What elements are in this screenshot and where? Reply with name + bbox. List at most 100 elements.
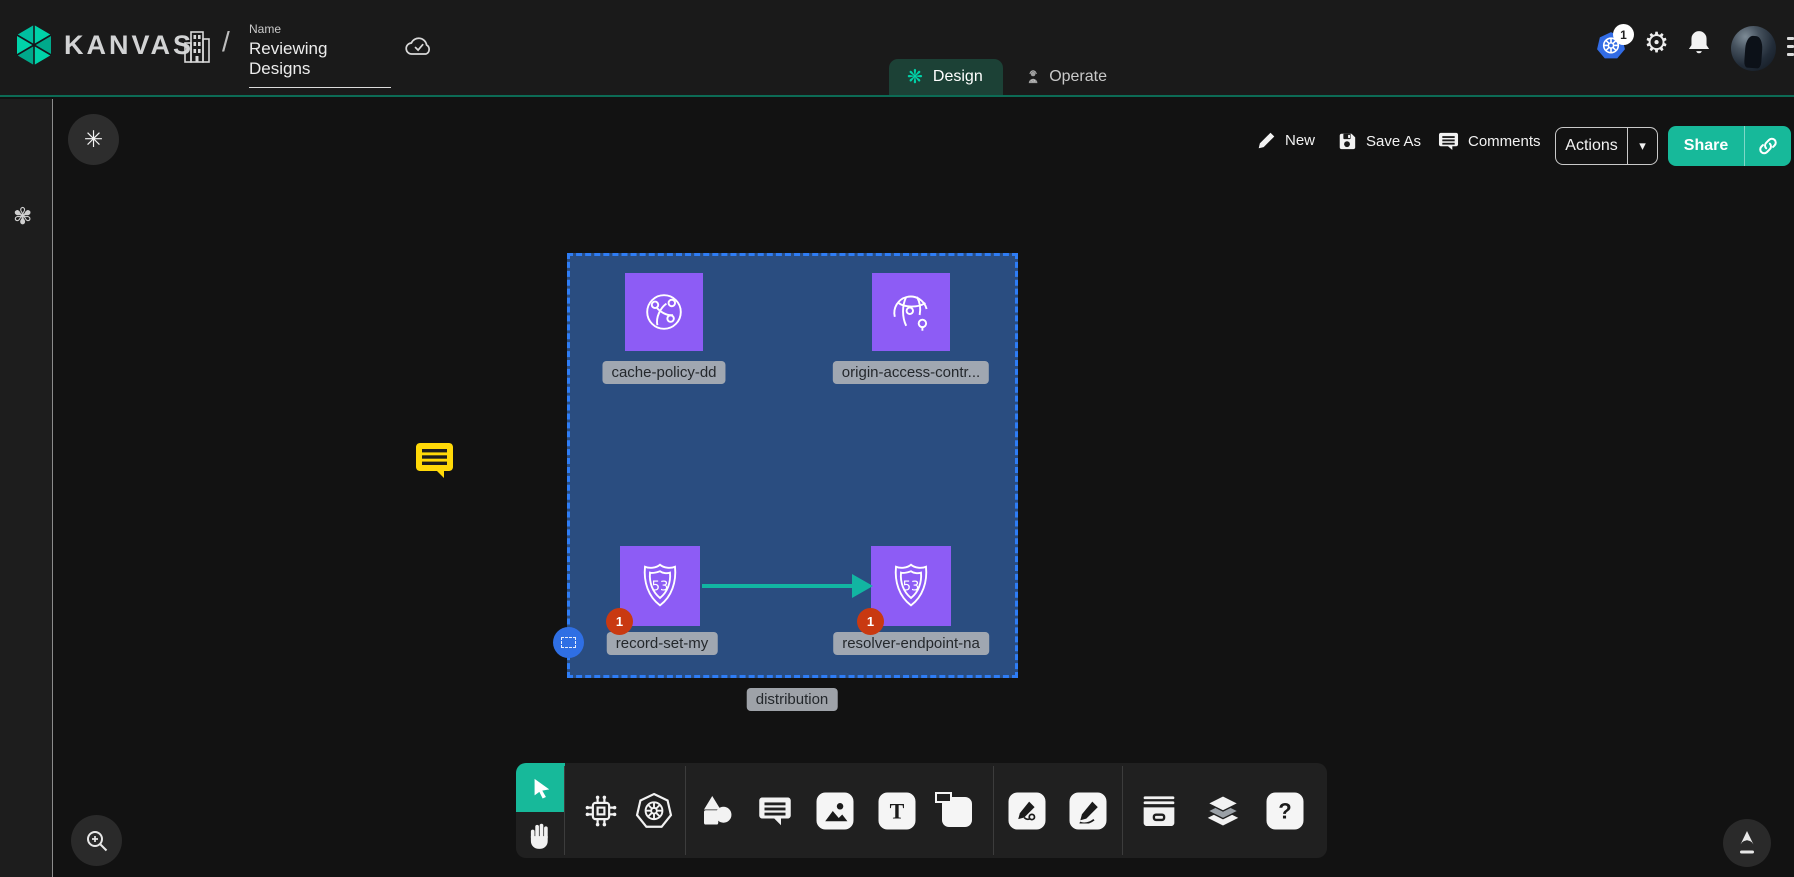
- kanvas-app: KANVAS / Name Reviewing Designs: [0, 0, 1794, 877]
- actions-caret-icon[interactable]: ▾: [1627, 128, 1657, 164]
- select-tool-active[interactable]: [516, 763, 565, 812]
- operator-headset-icon: [1027, 64, 1039, 90]
- toolbar-divider: [1122, 766, 1123, 855]
- shapes-icon: [698, 793, 734, 829]
- cloudfront-cache-policy-icon: [640, 288, 688, 336]
- node-label-origin-access-control[interactable]: origin-access-contr...: [833, 361, 989, 384]
- pencil-tool[interactable]: [1070, 793, 1107, 830]
- name-field-value[interactable]: Reviewing Designs: [249, 39, 391, 88]
- route53-number: 53: [903, 579, 920, 594]
- toolbar-divider: [564, 766, 565, 855]
- left-sidebar: ✾: [0, 99, 53, 877]
- comments-chat-icon: [1438, 131, 1459, 151]
- node-badge-record-set[interactable]: 1: [606, 608, 633, 635]
- node-cache-policy[interactable]: [625, 273, 703, 351]
- frame-icon: [935, 792, 975, 830]
- components-tool[interactable]: [582, 792, 620, 830]
- user-avatar[interactable]: [1731, 26, 1776, 71]
- comment-bubble-icon: [413, 438, 456, 481]
- canvas-comment-marker[interactable]: [413, 438, 456, 481]
- actions-split-button[interactable]: Actions ▾: [1555, 127, 1658, 165]
- draw-pen-button[interactable]: [1723, 819, 1771, 867]
- toolbar-divider: [993, 766, 994, 855]
- node-label-record-set[interactable]: record-set-my: [607, 632, 718, 655]
- pencil-new-icon: [1257, 131, 1276, 150]
- comment-bubble-tool-icon: [757, 794, 793, 828]
- comments-button[interactable]: Comments: [1438, 131, 1541, 151]
- hand-icon: [526, 820, 554, 850]
- kubernetes-context-button[interactable]: 1: [1596, 30, 1638, 68]
- route53-resolver-endpoint-icon: 53: [886, 561, 936, 611]
- selected-group-distribution[interactable]: cache-policy-dd origin-access-contr...: [567, 253, 1018, 678]
- tab-operate[interactable]: Operate: [1009, 59, 1125, 95]
- save-as-button[interactable]: Save As: [1337, 131, 1421, 151]
- cursor-arrow-icon: [530, 777, 552, 799]
- pen-tool[interactable]: [1009, 793, 1046, 830]
- tab-design-label: Design: [933, 68, 983, 86]
- save-as-button-label: Save As: [1366, 133, 1421, 150]
- chip-circuit-icon: [582, 792, 620, 830]
- node-origin-access-control[interactable]: [872, 273, 950, 351]
- brand-name: KANVAS: [64, 30, 194, 61]
- comments-button-label: Comments: [1468, 133, 1541, 150]
- overflow-menu-icon[interactable]: [1787, 37, 1794, 61]
- sidebar-spiral-icon[interactable]: ✾: [13, 204, 32, 230]
- cloud-sync-icon: [404, 33, 434, 64]
- edge-record-set-to-resolver[interactable]: [702, 584, 854, 588]
- edge-arrowhead: [852, 574, 873, 598]
- bottom-toolbar: T: [516, 763, 1327, 858]
- image-tool[interactable]: [817, 793, 854, 830]
- help-tool[interactable]: ?: [1267, 793, 1304, 830]
- node-badge-resolver-endpoint[interactable]: 1: [857, 608, 884, 635]
- node-label-resolver-endpoint[interactable]: resolver-endpoint-na: [833, 632, 989, 655]
- actions-button-label[interactable]: Actions: [1556, 128, 1627, 164]
- link-icon: [1757, 135, 1779, 157]
- selection-handle-button[interactable]: [553, 627, 584, 658]
- settings-gear-icon[interactable]: ⚙: [1644, 26, 1669, 59]
- kubernetes-wheel-icon: [635, 792, 673, 830]
- tab-operate-label: Operate: [1049, 68, 1107, 86]
- node-record-set[interactable]: 53: [620, 546, 700, 626]
- drawer-tool[interactable]: [1140, 793, 1178, 829]
- copy-link-button[interactable]: [1744, 126, 1791, 166]
- pencil-sketch-icon: [1070, 793, 1107, 830]
- header: KANVAS / Name Reviewing Designs: [0, 0, 1794, 97]
- cloudfront-origin-access-icon: [887, 288, 935, 336]
- route53-record-set-icon: 53: [635, 561, 685, 611]
- help-question-icon: ?: [1267, 793, 1304, 830]
- organization-icon[interactable]: [182, 29, 212, 70]
- pan-hand-tool[interactable]: [526, 820, 554, 855]
- text-tool-icon: T: [879, 793, 916, 830]
- notifications-bell-icon[interactable]: [1686, 29, 1712, 62]
- kubernetes-tool[interactable]: [635, 792, 673, 830]
- group-label-distribution[interactable]: distribution: [747, 688, 838, 711]
- design-name-field[interactable]: Name Reviewing Designs: [249, 22, 391, 88]
- node-resolver-endpoint[interactable]: 53: [871, 546, 951, 626]
- magnifier-plus-icon: [84, 828, 110, 854]
- kubernetes-badge-count: 1: [1613, 24, 1634, 45]
- shapes-tool[interactable]: [698, 793, 734, 829]
- layers-tool[interactable]: [1204, 793, 1242, 829]
- share-button-label[interactable]: Share: [1668, 126, 1744, 166]
- layers-icon: [1204, 793, 1242, 829]
- route53-number: 53: [652, 579, 669, 594]
- drawer-archive-icon: [1140, 793, 1178, 829]
- breadcrumb-separator: /: [222, 26, 230, 58]
- frame-tool[interactable]: [935, 792, 975, 830]
- brand-logo[interactable]: KANVAS: [14, 24, 194, 66]
- share-split-button[interactable]: Share: [1668, 126, 1791, 166]
- canvas-widgets-button[interactable]: ✳: [68, 114, 119, 165]
- toolbar-divider: [685, 766, 686, 855]
- name-field-label: Name: [249, 22, 391, 36]
- image-icon: [817, 793, 854, 830]
- comment-tool[interactable]: [757, 794, 793, 828]
- dashed-rectangle-icon: [561, 637, 576, 648]
- node-label-cache-policy[interactable]: cache-policy-dd: [602, 361, 725, 384]
- new-button-label: New: [1285, 132, 1315, 149]
- pen-nib-icon: [1735, 830, 1759, 856]
- new-button[interactable]: New: [1257, 131, 1315, 150]
- floppy-save-icon: [1337, 131, 1357, 151]
- tab-design[interactable]: ❋ Design: [889, 59, 1003, 95]
- zoom-in-button[interactable]: [71, 815, 122, 866]
- text-tool[interactable]: T: [879, 793, 916, 830]
